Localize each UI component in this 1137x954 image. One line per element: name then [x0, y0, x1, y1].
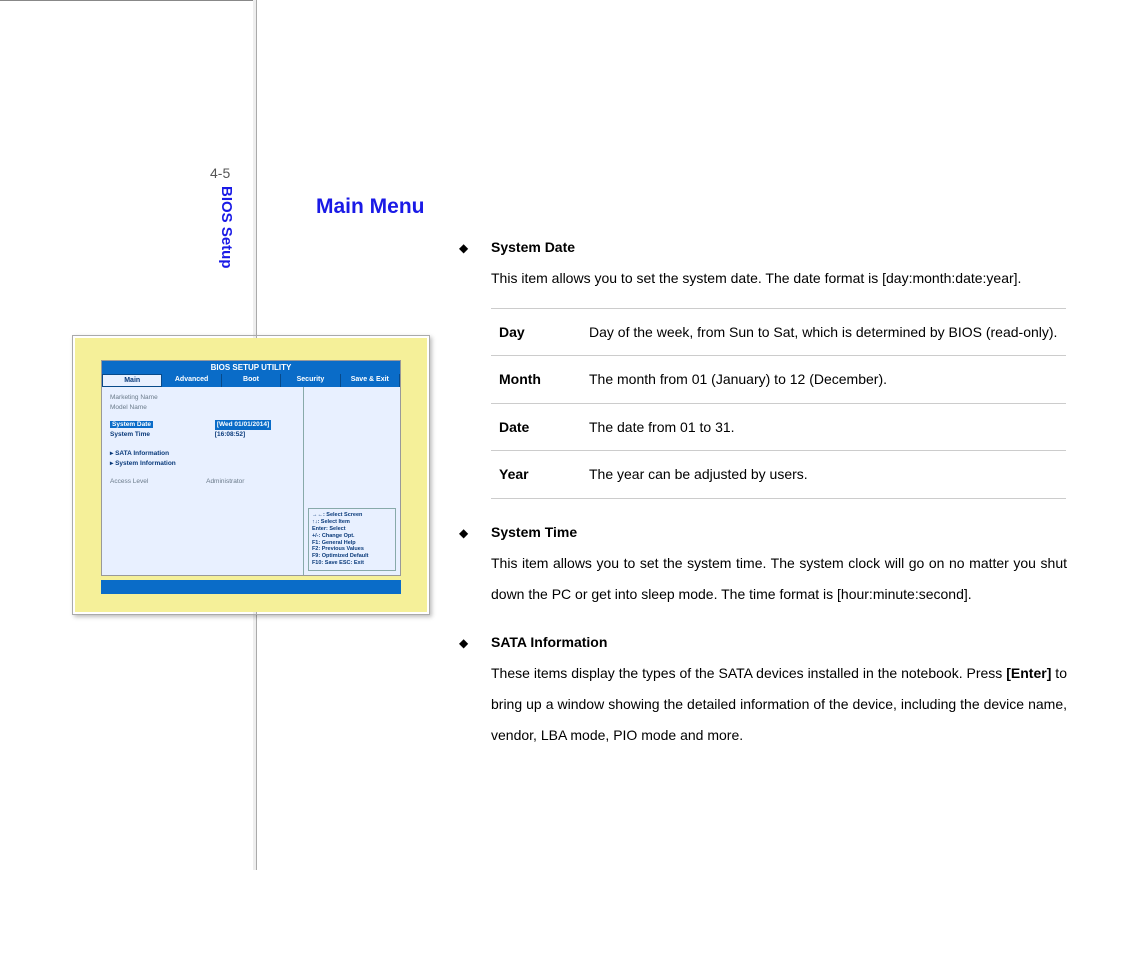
sata-body-pre: These items display the types of the SAT… — [491, 665, 1006, 681]
sidebar-section-label: BIOS Setup — [218, 186, 235, 269]
bios-help-line: →←: Select Screen — [312, 512, 392, 519]
bios-title-bar: BIOS SETUP UTILITY — [102, 361, 400, 374]
page-number: 4-5 — [210, 165, 230, 181]
header-rule — [0, 0, 256, 1]
section-title: SATA Information — [491, 627, 607, 658]
bullet-icon: ◆ — [455, 235, 491, 261]
bios-tab-main: Main — [102, 374, 162, 387]
bios-help-line: F2: Previous Values — [312, 546, 392, 553]
bios-help-box: →←: Select Screen ↑↓: Select Item Enter:… — [308, 508, 396, 571]
def-term: Month — [491, 356, 581, 404]
bios-access-label: Access Level — [110, 478, 148, 485]
bios-marketing-name: Marketing Name — [110, 393, 295, 403]
bios-tab-save-exit: Save & Exit — [341, 374, 400, 387]
bios-screenshot-figure: BIOS SETUP UTILITY Main Advanced Boot Se… — [72, 335, 430, 615]
section-body: This item allows you to set the system d… — [491, 263, 1067, 294]
date-definitions-table: Day Day of the week, from Sun to Sat, wh… — [491, 308, 1066, 499]
section-sata-information: ◆ SATA Information These items display t… — [455, 627, 1067, 750]
bios-sata-label: SATA Information — [115, 450, 169, 457]
section-system-time: ◆ System Time This item allows you to se… — [455, 517, 1067, 609]
def-desc: The date from 01 to 31. — [581, 403, 1066, 451]
def-desc: Day of the week, from Sun to Sat, which … — [581, 308, 1066, 356]
figure-footer-bar — [101, 580, 401, 594]
bullet-icon: ◆ — [455, 630, 491, 656]
section-system-date: ◆ System Date This item allows you to se… — [455, 232, 1067, 499]
bios-right-panel: →←: Select Screen ↑↓: Select Item Enter:… — [304, 387, 400, 575]
section-body: These items display the types of the SAT… — [491, 658, 1067, 750]
bios-sata-info: ▸ SATA Information — [110, 449, 295, 459]
main-title: Main Menu — [316, 195, 425, 219]
section-title: System Date — [491, 232, 575, 263]
def-term: Day — [491, 308, 581, 356]
enter-key-label: [Enter] — [1006, 665, 1051, 681]
bios-tab-advanced: Advanced — [162, 374, 221, 387]
bios-sysinfo-label: System Information — [115, 460, 176, 467]
bios-system-time-label: System Time — [110, 431, 150, 438]
table-row: Date The date from 01 to 31. — [491, 403, 1066, 451]
table-row: Day Day of the week, from Sun to Sat, wh… — [491, 308, 1066, 356]
bios-help-line: F1: General Help — [312, 540, 392, 547]
def-term: Date — [491, 403, 581, 451]
bios-system-date-label: System Date — [110, 421, 153, 428]
bios-tab-bar: Main Advanced Boot Security Save & Exit — [102, 374, 400, 387]
table-row: Year The year can be adjusted by users. — [491, 451, 1066, 499]
bios-window: BIOS SETUP UTILITY Main Advanced Boot Se… — [101, 360, 401, 576]
bullet-icon: ◆ — [455, 520, 491, 546]
section-body: This item allows you to set the system t… — [491, 548, 1067, 610]
table-row: Month The month from 01 (January) to 12 … — [491, 356, 1066, 404]
bios-body: Marketing Name Model Name System Date [W… — [102, 387, 400, 575]
bios-access-value: Administrator — [206, 478, 244, 485]
bios-help-line: +/-: Change Opt. — [312, 533, 392, 540]
bios-left-panel: Marketing Name Model Name System Date [W… — [102, 387, 304, 575]
bios-help-line: F9: Optimized Default — [312, 553, 392, 560]
bios-system-time-value: [16:08:52] — [215, 431, 245, 438]
def-desc: The month from 01 (January) to 12 (Decem… — [581, 356, 1066, 404]
content-column: ◆ System Date This item allows you to se… — [455, 232, 1067, 769]
bios-tab-security: Security — [281, 374, 340, 387]
bios-system-info: ▸ System Information — [110, 459, 295, 469]
section-title: System Time — [491, 517, 577, 548]
bios-help-line: ↑↓: Select Item — [312, 519, 392, 526]
bios-model-name: Model Name — [110, 403, 295, 413]
bios-help-line: F10: Save ESC: Exit — [312, 560, 392, 567]
bios-system-date-value: [Wed 01/01/2014] — [215, 420, 271, 430]
def-desc: The year can be adjusted by users. — [581, 451, 1066, 499]
bios-tab-boot: Boot — [222, 374, 281, 387]
bios-system-time-row: System Time [16:08:52] — [110, 430, 295, 440]
bios-system-date-row: System Date [Wed 01/01/2014] — [110, 420, 295, 430]
def-term: Year — [491, 451, 581, 499]
bios-access-row: Access Level Administrator — [110, 477, 295, 487]
manual-page: 4-5 BIOS Setup Main Menu BIOS SETUP UTIL… — [0, 0, 1137, 954]
bios-help-line: Enter: Select — [312, 526, 392, 533]
